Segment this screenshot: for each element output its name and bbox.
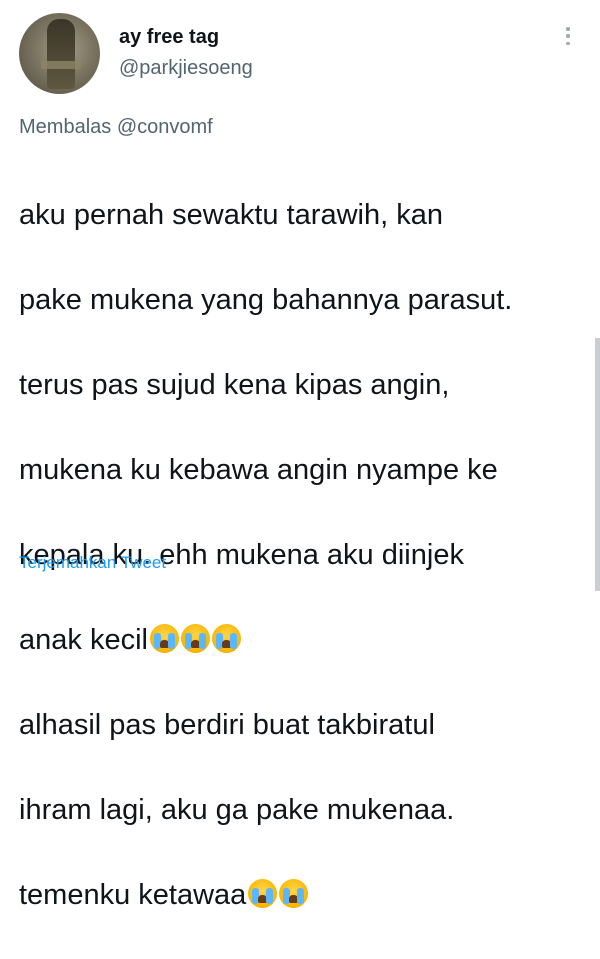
tweet-line: pake mukena yang bahannya parasut. [19,283,513,316]
user-handle[interactable]: @parkjiesoeng [119,57,253,80]
tweet-line-text: temenku ketawaa [19,878,247,911]
dot [566,34,570,38]
reply-mention-link[interactable]: @convomf [117,116,213,138]
translate-tweet-link[interactable]: Terjemahkan Tweet [19,553,166,573]
dot [566,41,570,45]
loudly-crying-face-icon [149,623,179,653]
loudly-crying-face-icon [279,878,309,908]
reply-prefix: Membalas [19,116,112,138]
loudly-crying-face-icon [180,623,210,653]
avatar-detail [41,61,81,69]
avatar-figure [47,19,75,89]
more-options-icon[interactable] [556,24,580,48]
tweet-line-with-emoji: anak kecil [19,619,589,662]
avatar[interactable] [19,13,100,94]
tweet-line: terus pas sujud kena kipas angin, [19,368,450,401]
reply-context: Membalas @convomf [19,116,213,139]
tweet-line: ihram lagi, aku ga pake mukenaa. [19,793,455,826]
loudly-crying-face-icon [211,623,241,653]
tweet-line: mukena ku kebawa angin nyampe ke [19,453,498,486]
tweet-line-with-emoji: temenku ketawaa [19,874,589,917]
tweet-line: alhasil pas berdiri buat takbiratul [19,708,435,741]
dot [566,27,570,31]
tweet-line-text: anak kecil [19,623,148,656]
scrollbar[interactable] [595,338,600,591]
display-name[interactable]: ay free tag [119,26,219,49]
tweet-line: aku pernah sewaktu tarawih, kan [19,198,443,231]
loudly-crying-face-icon [248,878,278,908]
